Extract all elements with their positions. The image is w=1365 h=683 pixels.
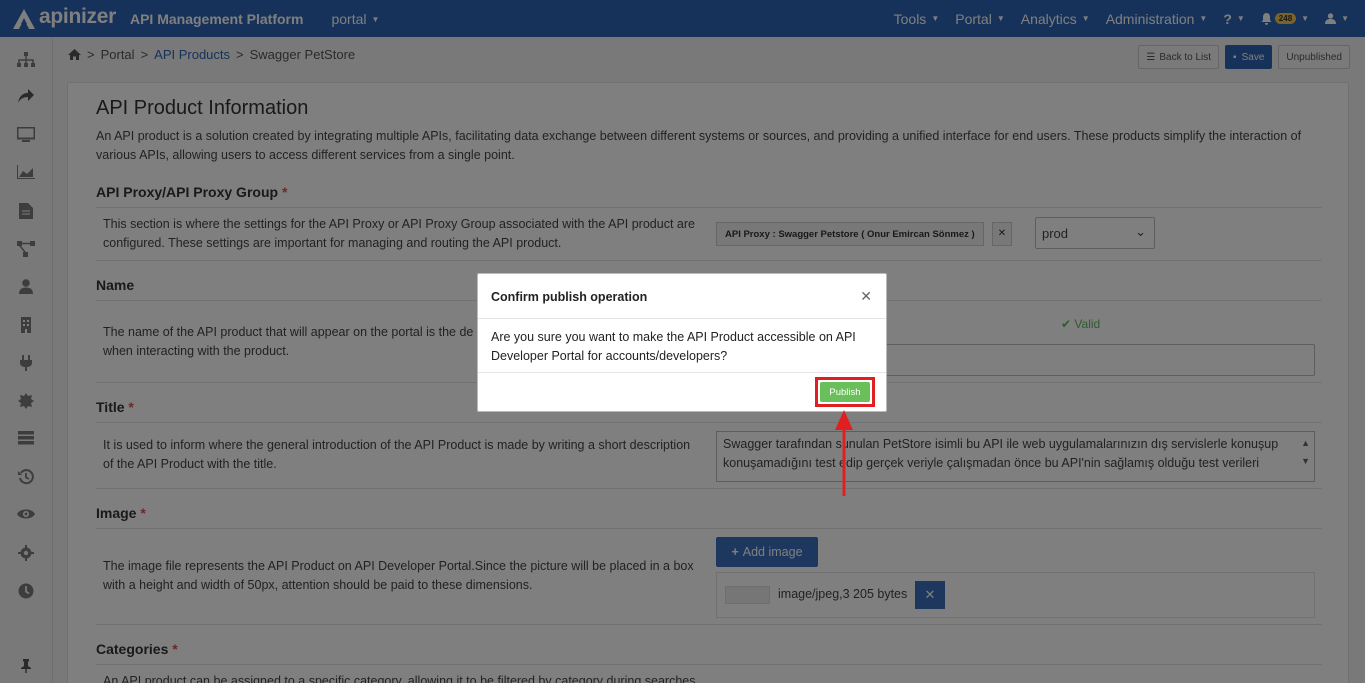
modal-title: Confirm publish operation — [491, 290, 648, 304]
modal-body: Are you sure you want to make the API Pr… — [491, 330, 856, 363]
confirm-publish-modal: Confirm publish operation ✕ Are you sure… — [477, 273, 887, 412]
modal-header: Confirm publish operation ✕ — [478, 274, 886, 319]
close-icon[interactable]: ✕ — [860, 288, 872, 305]
highlight-box — [815, 377, 875, 407]
modal-footer-divider — [478, 372, 886, 373]
